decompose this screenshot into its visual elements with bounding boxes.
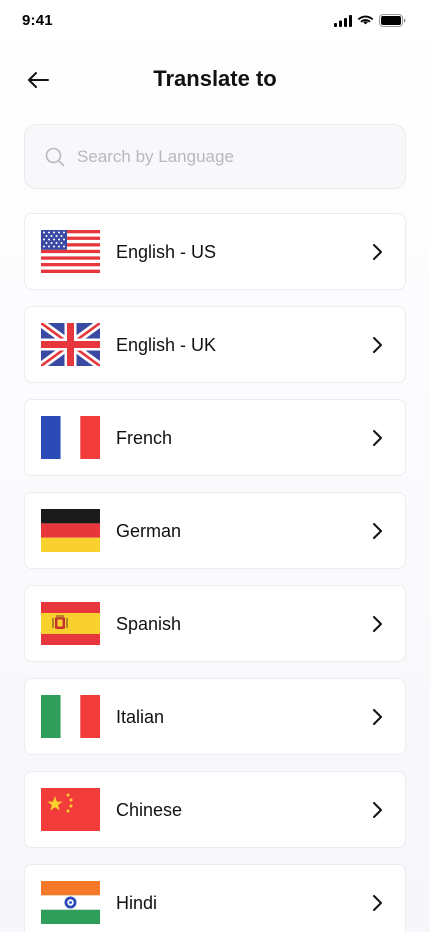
chevron-right-icon — [373, 616, 382, 632]
language-item-english-us[interactable]: English - US — [24, 213, 406, 290]
language-item-spanish[interactable]: Spanish — [24, 585, 406, 662]
search-input[interactable] — [77, 146, 377, 167]
language-label: French — [116, 428, 173, 448]
status-bar: 9:41 — [0, 0, 430, 44]
language-item-english-uk[interactable]: English - UK — [24, 306, 406, 383]
uk-flag-icon — [41, 323, 100, 366]
status-icons — [334, 14, 406, 27]
china-flag-icon — [41, 788, 100, 831]
wifi-icon — [357, 15, 374, 24]
signal-icon — [334, 14, 352, 27]
language-item-french[interactable]: French — [24, 399, 406, 476]
search-box[interactable] — [24, 124, 406, 189]
language-label: English - UK — [116, 335, 217, 355]
language-item-german[interactable]: German — [24, 492, 406, 569]
page-title: Translate to — [153, 66, 277, 91]
chevron-right-icon — [373, 523, 382, 539]
status-time: 9:41 — [22, 12, 53, 29]
language-label: Hindi — [116, 893, 158, 913]
chevron-right-icon — [373, 244, 382, 260]
chevron-right-icon — [373, 709, 382, 725]
language-item-hindi[interactable]: Hindi — [24, 864, 406, 932]
france-flag-icon — [41, 416, 100, 459]
header: Translate to — [0, 56, 430, 104]
language-label: Spanish — [116, 614, 182, 634]
language-label: Chinese — [116, 800, 183, 820]
chevron-right-icon — [373, 895, 382, 911]
language-item-italian[interactable]: Italian — [24, 678, 406, 755]
italy-flag-icon — [41, 695, 100, 738]
language-label: English - US — [116, 242, 217, 262]
india-flag-icon — [41, 881, 100, 924]
us-flag-icon — [41, 230, 100, 273]
language-label: Italian — [116, 707, 165, 727]
language-item-chinese[interactable]: Chinese — [24, 771, 406, 848]
chevron-right-icon — [373, 430, 382, 446]
chevron-right-icon — [373, 337, 382, 353]
battery-icon — [379, 14, 406, 27]
language-label: German — [116, 521, 182, 541]
germany-flag-icon — [41, 509, 100, 552]
chevron-right-icon — [373, 802, 382, 818]
search-icon — [45, 147, 65, 166]
spain-flag-icon — [41, 602, 100, 645]
language-list: English - US English - UK French German … — [24, 213, 406, 932]
